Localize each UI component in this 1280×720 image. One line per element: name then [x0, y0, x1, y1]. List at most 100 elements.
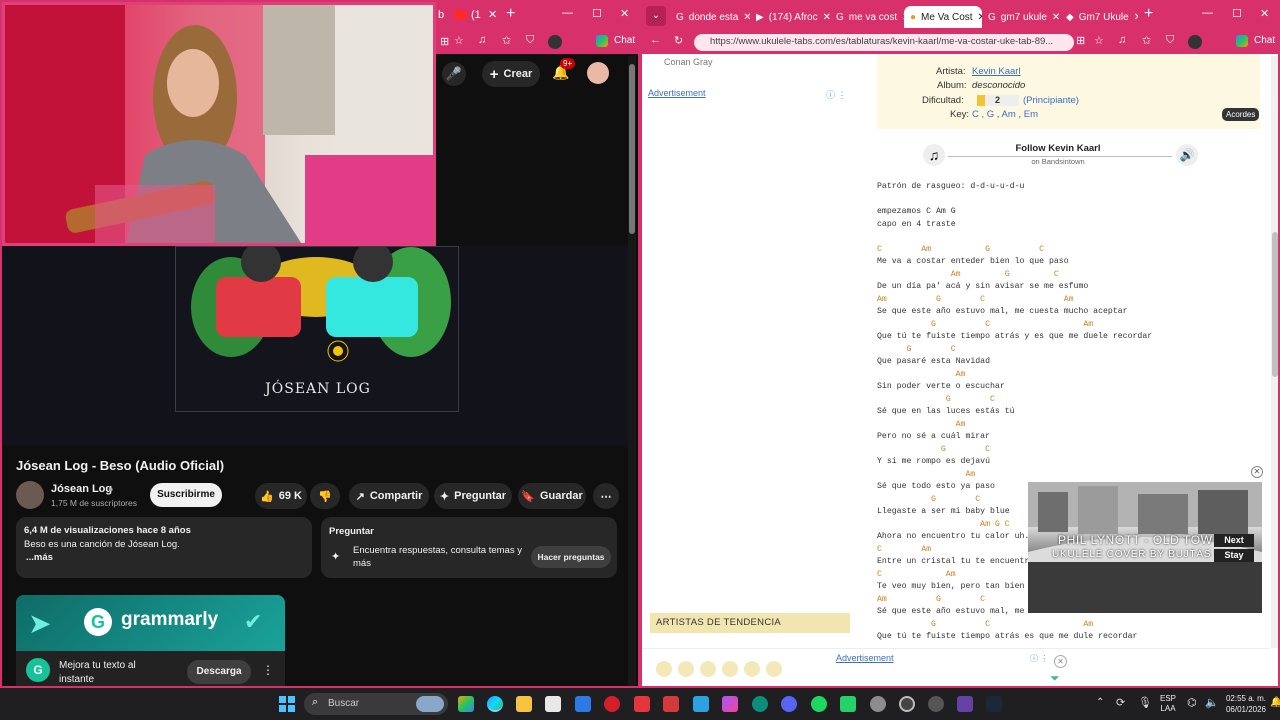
- clock[interactable]: 02:55 a. m. 06/01/2026: [1222, 693, 1266, 715]
- opera-icon[interactable]: [604, 696, 620, 712]
- create-button[interactable]: + Crear: [482, 61, 540, 87]
- social-icon[interactable]: [700, 661, 716, 677]
- music-note-icon[interactable]: ♫: [923, 144, 945, 166]
- windows-start-icon[interactable]: [279, 696, 295, 712]
- copilot-icon[interactable]: [1236, 35, 1248, 47]
- like-button[interactable]: 👍 69 K: [255, 483, 307, 509]
- scroll-thumb[interactable]: [629, 64, 635, 234]
- left-scrollbar[interactable]: [628, 56, 636, 686]
- mic-tray-icon[interactable]: 🎙: [1138, 696, 1152, 709]
- copilot-icon[interactable]: [596, 35, 608, 47]
- tab-left-2[interactable]: (1: [471, 9, 481, 21]
- next-button[interactable]: Next: [1214, 534, 1254, 547]
- media-player-icon[interactable]: [928, 696, 944, 712]
- artist-link[interactable]: Kevin Kaarl: [972, 66, 1021, 77]
- discord-icon[interactable]: [781, 696, 797, 712]
- chat-label[interactable]: Chat: [614, 35, 635, 46]
- close-icon[interactable]: ✕: [1052, 12, 1060, 23]
- tab-left-1[interactable]: b: [438, 9, 444, 21]
- avatar[interactable]: [587, 62, 609, 84]
- favorites-icon[interactable]: ✩: [1142, 34, 1151, 47]
- search-box[interactable]: ⌕ Buscar: [304, 693, 448, 715]
- right-scrollbar[interactable]: [1271, 56, 1278, 648]
- volume-icon[interactable]: 🔈: [1205, 696, 1219, 709]
- close-icon[interactable]: ✕: [823, 12, 830, 23]
- ad-info-icon[interactable]: ⓘ ⋮: [826, 88, 847, 101]
- more-options-button[interactable]: ⋯: [593, 483, 619, 509]
- maximize-icon[interactable]: ☐: [1232, 7, 1242, 20]
- copilot-icon[interactable]: [458, 696, 474, 712]
- chevron-up-icon[interactable]: ⌃: [1096, 697, 1104, 708]
- whatsapp-icon[interactable]: [840, 696, 856, 712]
- ask-questions-button[interactable]: Hacer preguntas: [531, 546, 611, 568]
- star-icon[interactable]: ☆: [454, 34, 464, 47]
- photos-icon[interactable]: [722, 696, 738, 712]
- microphone-icon[interactable]: 🎤: [442, 62, 466, 86]
- chat-label[interactable]: Chat: [1254, 35, 1275, 46]
- store-icon[interactable]: [545, 696, 561, 712]
- scroll-thumb[interactable]: [1272, 232, 1278, 377]
- pdf-icon[interactable]: [634, 696, 650, 712]
- minimize-icon[interactable]: —: [1202, 7, 1213, 19]
- social-icon[interactable]: [744, 661, 760, 677]
- channel-avatar[interactable]: [16, 481, 44, 509]
- tab-list-icon[interactable]: ⌄: [646, 6, 666, 26]
- advertisement-link[interactable]: Advertisement: [648, 88, 706, 98]
- difficulty-text[interactable]: (Principiante): [1023, 95, 1079, 106]
- close-window-icon[interactable]: ✕: [620, 7, 629, 20]
- ad-info-icon[interactable]: ⓘ ⋮: [1030, 653, 1048, 664]
- spotify-icon[interactable]: [811, 696, 827, 712]
- related-artist[interactable]: Conan Gray: [664, 57, 713, 67]
- extensions-icon[interactable]: ⊞: [440, 35, 449, 48]
- twitch-icon[interactable]: [957, 696, 973, 712]
- music-icon[interactable]: ♫: [1118, 34, 1126, 46]
- social-icon[interactable]: [678, 661, 694, 677]
- file-explorer-icon[interactable]: [516, 696, 532, 712]
- close-window-icon[interactable]: ✕: [1260, 7, 1269, 20]
- settings-app-icon[interactable]: [870, 696, 886, 712]
- share-button[interactable]: ↗ Compartir: [349, 483, 429, 509]
- bottom-advertisement-link[interactable]: Advertisement: [836, 653, 894, 663]
- minimize-icon[interactable]: —: [562, 7, 573, 19]
- profile-icon[interactable]: [548, 35, 562, 49]
- new-tab-icon[interactable]: +: [506, 5, 515, 23]
- reader-icon[interactable]: ⊞: [1076, 34, 1085, 47]
- tab-5[interactable]: Ggm7 ukule ✕: [982, 6, 1060, 28]
- edge-icon[interactable]: [487, 696, 503, 712]
- shield-icon[interactable]: ⛉: [526, 34, 534, 47]
- tab-2[interactable]: ▶ (174) Afroc ✕: [750, 6, 830, 28]
- edge-dev-icon[interactable]: [752, 696, 768, 712]
- social-icon[interactable]: [766, 661, 782, 677]
- shield-icon[interactable]: ⛉: [1166, 34, 1174, 47]
- tab-active[interactable]: ●Me Va Cost✕: [904, 6, 982, 28]
- close-video-icon[interactable]: ✕: [1251, 466, 1263, 478]
- mail-icon[interactable]: [575, 696, 591, 712]
- profile-icon[interactable]: [1188, 35, 1202, 49]
- favorites-icon[interactable]: ✩: [502, 34, 511, 47]
- chords-button[interactable]: Acordes: [1222, 108, 1260, 121]
- star-icon[interactable]: ☆: [1094, 34, 1104, 47]
- save-button[interactable]: 🔖 Guardar: [518, 483, 586, 509]
- close-icon[interactable]: ✕: [1134, 12, 1138, 23]
- chat-app-icon[interactable]: [693, 696, 709, 712]
- follow-title[interactable]: Follow Kevin Kaarl: [978, 143, 1138, 154]
- language-indicator[interactable]: ESP LAA: [1160, 694, 1176, 714]
- more-link[interactable]: ...más: [26, 552, 53, 563]
- download-button[interactable]: Descarga: [187, 660, 251, 684]
- music-icon[interactable]: ♫: [478, 34, 486, 46]
- notifications-icon[interactable]: 🔔: [1270, 697, 1280, 708]
- sync-icon[interactable]: ⟳: [1116, 696, 1125, 709]
- close-ad-icon[interactable]: ✕: [1054, 655, 1067, 668]
- close-icon[interactable]: ✕: [743, 12, 750, 23]
- address-bar[interactable]: https://www.ukulele-tabs.com/es/tablatur…: [694, 34, 1074, 51]
- channel-name[interactable]: Jósean Log: [51, 483, 112, 495]
- gear-icon[interactable]: [899, 696, 915, 712]
- stay-button[interactable]: Stay: [1214, 549, 1254, 562]
- key-values[interactable]: C , G , Am , Em: [972, 109, 1038, 120]
- subscribe-button[interactable]: Suscribirme: [150, 483, 222, 507]
- new-tab-icon[interactable]: +: [1144, 5, 1153, 23]
- tab-1[interactable]: Gdonde esta ✕: [670, 6, 750, 28]
- refresh-icon[interactable]: ↻: [674, 34, 683, 47]
- social-icon[interactable]: [656, 661, 672, 677]
- speaker-icon[interactable]: 🔊: [1176, 144, 1198, 166]
